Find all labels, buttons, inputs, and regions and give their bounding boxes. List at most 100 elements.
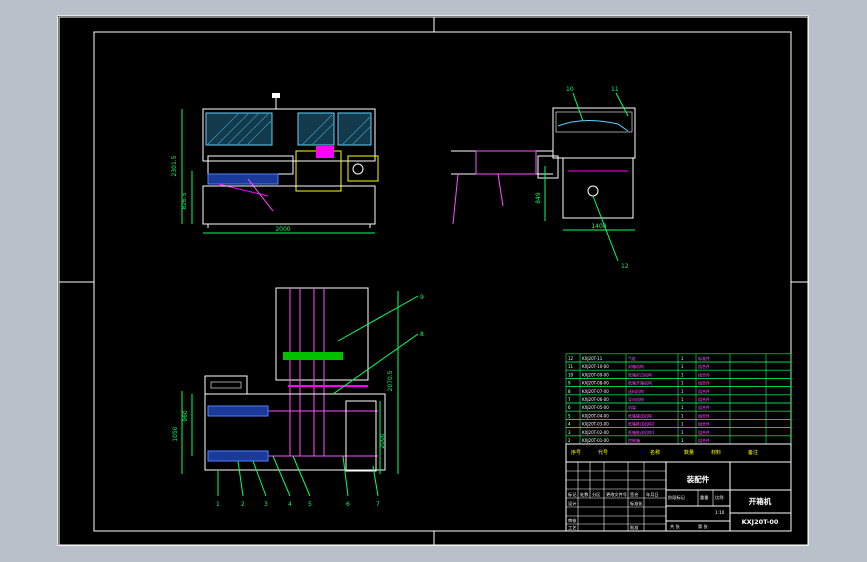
bom-cell-name: 送料机构 <box>628 388 644 394</box>
top-dim-right: 2070.5 <box>387 370 394 391</box>
bom-cell-name: 封箱机构 <box>628 363 644 369</box>
bom-table[interactable]: 12 KXJ20T-11 气缸 1 标准件11 KXJ20T-10-00 封箱机构 1 组合件1… <box>565 353 792 463</box>
side-window-curve <box>557 120 629 132</box>
front-dim-height-total: 2301.5 <box>171 155 178 176</box>
bom-cell-no: 6 <box>568 405 571 410</box>
bom-cell-name: 纸箱折边机构 <box>628 371 652 377</box>
bom-cell-code: KXJ20T-10-00 <box>582 364 609 369</box>
bom-cell-qty: 1 <box>681 364 684 369</box>
top-control-box <box>204 375 248 395</box>
tb-machine-name: 开箱机 <box>749 496 772 506</box>
front-view[interactable]: 2000 2301.5 826.5 <box>171 93 379 234</box>
top-balloon-7: 7 <box>376 501 380 508</box>
bom-cell-qty: 1 <box>681 422 684 427</box>
bom-cell-qty: 1 <box>681 405 684 410</box>
side-feeder <box>475 150 537 175</box>
bom-cell-code: KXJ20T-11 <box>582 356 603 361</box>
bom-cell-name: 纸箱开箱机构 <box>628 380 652 386</box>
bom-cell-no: 8 <box>568 389 571 394</box>
bom-row[interactable]: 12 KXJ20T-11 气缸 1 标准件 <box>565 353 792 363</box>
tb-ratio: 比例 <box>715 494 723 501</box>
side-balloon-11: 11 <box>611 86 619 93</box>
bom-cell-name: 纸箱推送机构1 <box>628 429 655 435</box>
bom-row[interactable]: 5 KXJ20T-04-00 纸箱输送机构 1 组合件 <box>565 410 792 420</box>
top-belt-upper <box>207 405 269 417</box>
bom-header-remark: 备注 <box>748 449 758 456</box>
top-dim-mid: 2000 <box>379 433 386 448</box>
top-balloon-6: 6 <box>346 501 350 508</box>
title-block[interactable]: 标记 处数 分区 更改文件号 签名 年月日 设计 标准化 审核 工艺 批准 阶段… <box>565 461 792 532</box>
bom-cell-code: KXJ20T-02-00 <box>582 430 609 435</box>
bom-row[interactable]: 6 KXJ20T-05-00 机架 1 组合件 <box>565 402 792 412</box>
top-dim-left: 1050 <box>172 426 179 441</box>
bom-cell-mat: 组合件 <box>698 404 710 410</box>
bom-row[interactable]: 4 KXJ20T-03-00 纸箱推送机构2 1 组合件 <box>565 419 792 428</box>
bom-row[interactable]: 9 KXJ20T-08-00 纸箱开箱机构 1 组合件 <box>565 378 792 387</box>
front-mechanism-magenta <box>316 146 334 158</box>
bom-cell-mat: 组合件 <box>698 363 710 369</box>
tb-weight: 重量 <box>700 494 708 501</box>
tb-review: 审核 <box>568 517 577 524</box>
tb-drawing-type: 装配件 <box>686 474 710 484</box>
bom-cell-code: KXJ20T-04-00 <box>582 413 609 418</box>
bom-cell-mat: 组合件 <box>698 437 710 443</box>
side-balloon-leader-10 <box>572 92 584 122</box>
drawing-viewport[interactable]: 2000 2301.5 826.5 1400 849 10 11 12 2070… <box>57 15 809 546</box>
tb-drawing-number: KXJ20T-00 <box>742 518 779 526</box>
top-vertical-rails <box>289 288 325 456</box>
bom-row[interactable]: 7 KXJ20T-06-00 导向机构 1 组合件 <box>565 394 792 404</box>
top-green-plate <box>283 352 343 360</box>
top-balloon-3: 3 <box>264 501 268 508</box>
bom-cell-qty: 1 <box>681 372 684 377</box>
drawing-canvas[interactable]: 2000 2301.5 826.5 1400 849 10 11 12 2070… <box>58 16 810 547</box>
bom-cell-code: KXJ20T-09-00 <box>582 372 609 377</box>
bom-row[interactable]: 3 KXJ20T-02-00 纸箱推送机构1 1 组合件 <box>565 427 792 437</box>
bom-row[interactable]: 10 KXJ20T-09-00 纸箱折边机构 1 组合件 <box>565 369 792 379</box>
front-window-left <box>205 112 273 146</box>
bom-cell-code: KXJ20T-03-00 <box>582 422 609 427</box>
side-balloon-10: 10 <box>566 86 574 93</box>
tb-mark: 标记 <box>568 491 577 498</box>
front-window-mid <box>297 112 335 146</box>
tb-design: 设计 <box>568 500 576 507</box>
side-window <box>555 111 633 133</box>
bom-cell-name: 导向机构 <box>628 396 644 402</box>
bom-cell-qty: 1 <box>681 438 684 443</box>
bom-cell-qty: 1 <box>681 397 684 402</box>
tb-process: 工艺 <box>568 525 576 530</box>
bom-cell-code: KXJ20T-06-00 <box>582 397 609 402</box>
bom-cell-qty: 1 <box>681 389 684 394</box>
bom-header-code: 代号 <box>598 449 608 456</box>
side-view[interactable]: 1400 849 10 11 12 <box>451 86 636 270</box>
bom-cell-qty: 1 <box>681 430 684 435</box>
bom-row[interactable]: 8 KXJ20T-07-00 送料机构 1 组合件 <box>565 386 792 396</box>
bom-cell-no: 4 <box>568 422 571 427</box>
top-balloon-leader-9 <box>337 295 419 342</box>
bom-cell-code: KXJ20T-08-00 <box>582 381 609 386</box>
bom-cell-no: 9 <box>568 381 571 386</box>
tb-approve: 批准 <box>630 524 638 531</box>
bom-row[interactable]: 11 KXJ20T-10-00 封箱机构 1 组合件 <box>565 361 792 371</box>
bom-cell-no: 10 <box>568 372 574 377</box>
top-view[interactable]: 2070.5 1050 960 2000 9 8 1 2 3 4 5 6 7 <box>172 287 424 508</box>
tb-sheet-no: 第 张 <box>698 523 709 530</box>
top-belt-lower <box>207 450 269 462</box>
top-balloon-2: 2 <box>241 501 245 508</box>
tb-stage-mark: 阶段标记 <box>668 494 686 501</box>
bom-row[interactable]: 2 KXJ20T-01-00 控制箱 1 组合件 <box>565 435 792 445</box>
side-roller <box>587 185 599 197</box>
bom-cell-code: KXJ20T-07-00 <box>582 389 609 394</box>
side-leg-left <box>452 173 459 225</box>
front-frame <box>202 185 376 225</box>
side-leg-mid <box>497 173 504 207</box>
bom-cell-mat: 组合件 <box>698 380 710 386</box>
side-balloon-12: 12 <box>621 263 629 270</box>
bom-cell-name: 控制箱 <box>628 437 640 443</box>
bom-cell-qty: 1 <box>681 356 684 361</box>
bom-cell-mat: 组合件 <box>698 388 710 394</box>
tb-count: 处数 <box>580 491 589 498</box>
tb-sheet-total: 共 张 <box>670 523 681 530</box>
bom-cell-qty: 1 <box>681 381 684 386</box>
top-balloon-9: 9 <box>420 294 424 301</box>
bom-header-mat: 材料 <box>711 449 721 456</box>
